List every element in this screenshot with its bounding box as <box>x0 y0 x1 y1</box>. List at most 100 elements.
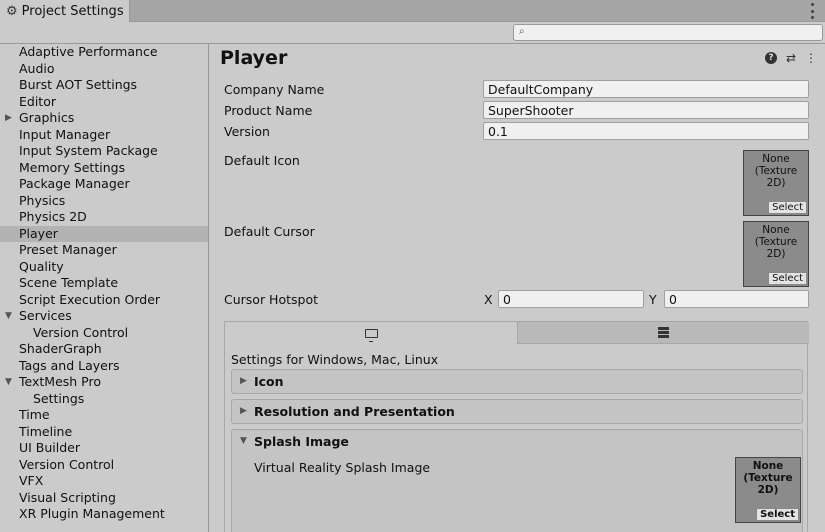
collapse-arrow-icon[interactable]: ▼ <box>240 436 247 446</box>
hotspot-y-label: Y <box>649 292 657 307</box>
product-name-label: Product Name <box>224 103 313 118</box>
sidebar-item-vfx[interactable]: VFX <box>0 473 208 490</box>
sidebar-item-textmesh-pro[interactable]: ▼ TextMesh Pro <box>0 374 208 391</box>
texture-select-button[interactable]: Select <box>768 272 807 285</box>
sidebar-item-quality[interactable]: Quality <box>0 259 208 276</box>
sidebar-item-editor[interactable]: Editor <box>0 94 208 111</box>
default-icon-texture-slot[interactable]: None (Texture 2D) Select <box>743 150 809 216</box>
search-icon: ⌕ <box>519 26 525 37</box>
sidebar-item-ui-builder[interactable]: UI Builder <box>0 440 208 457</box>
sidebar-item-input-system-package[interactable]: Input System Package <box>0 143 208 160</box>
sidebar-item-scene-template[interactable]: Scene Template <box>0 275 208 292</box>
sidebar-item-label: Quality <box>19 258 64 274</box>
settings-for-label: Settings for Windows, Mac, Linux <box>231 352 439 367</box>
sidebar-item-label: Input Manager <box>19 126 111 142</box>
sidebar-item-shadergraph[interactable]: ShaderGraph <box>0 341 208 358</box>
product-name-field[interactable] <box>483 101 809 119</box>
texture-none-label: None <box>762 153 790 165</box>
hotspot-x-field[interactable] <box>498 290 644 308</box>
tab-title: Project Settings <box>21 3 124 19</box>
sidebar-item-adaptive-performance[interactable]: Adaptive Performance <box>0 44 208 61</box>
sidebar-item-label: Services <box>19 308 72 323</box>
sidebar-item-physics[interactable]: Physics <box>0 193 208 210</box>
tab-project-settings[interactable]: ⚙ Project Settings <box>0 0 130 22</box>
sidebar-item-script-execution-order[interactable]: Script Execution Order <box>0 292 208 309</box>
texture-type-label: (Texture 2D) <box>754 165 798 189</box>
sidebar-item-label: Version Control <box>19 456 115 472</box>
player-settings-panel: Player ? ⇄ ⋮ Company Name Product Name V… <box>210 44 825 532</box>
expand-arrow-icon[interactable]: ▶ <box>240 376 247 386</box>
company-name-label: Company Name <box>224 82 325 97</box>
expand-arrow-icon[interactable]: ▶ <box>240 406 247 416</box>
section-title: Icon <box>254 374 284 389</box>
sidebar-item-player[interactable]: Player <box>0 225 208 242</box>
help-icon[interactable]: ? <box>764 52 777 64</box>
sidebar-item-burst-aot-settings[interactable]: Burst AOT Settings <box>0 77 208 94</box>
vr-splash-texture-slot[interactable]: None (Texture 2D) Select <box>735 457 801 523</box>
sidebar-item-label: Script Execution Order <box>19 291 161 307</box>
sidebar-item-label: Memory Settings <box>19 159 126 175</box>
default-cursor-texture-slot[interactable]: None (Texture 2D) Select <box>743 221 809 287</box>
sidebar-item-timeline[interactable]: Timeline <box>0 424 208 441</box>
texture-none-label: None <box>762 224 790 236</box>
company-name-field[interactable] <box>483 80 809 98</box>
version-field[interactable] <box>483 122 809 140</box>
sidebar-item-physics-2d[interactable]: Physics 2D <box>0 209 208 226</box>
section-title: Resolution and Presentation <box>254 404 455 419</box>
sidebar-item-memory-settings[interactable]: Memory Settings <box>0 160 208 177</box>
sidebar-item-label: Physics <box>19 192 66 208</box>
sidebar-item-label: Preset Manager <box>19 242 117 257</box>
sidebar-item-input-manager[interactable]: Input Manager <box>0 127 208 144</box>
more-options-icon[interactable] <box>809 3 815 19</box>
tab-standalone-platform[interactable] <box>225 322 517 344</box>
sidebar-item-label: Input System Package <box>19 143 158 158</box>
default-icon-label: Default Icon <box>224 153 300 168</box>
sidebar-item-label: Version Control <box>33 324 129 340</box>
more-options-icon[interactable]: ⋮ <box>805 52 817 64</box>
sidebar-item-label: Adaptive Performance <box>19 44 158 59</box>
sidebar-item-version-control[interactable]: Version Control <box>0 457 208 474</box>
section-icon-foldout[interactable]: ▶ Icon <box>231 369 803 394</box>
sidebar-item-xr-plugin-management[interactable]: XR Plugin Management <box>0 506 208 523</box>
sidebar-item-textmesh-pro-settings[interactable]: Settings <box>0 391 208 408</box>
sidebar-item-label: Burst AOT Settings <box>19 77 138 92</box>
sidebar-item-package-manager[interactable]: Package Manager <box>0 176 208 193</box>
sidebar-item-tags-and-layers[interactable]: Tags and Layers <box>0 358 208 375</box>
page-title: Player <box>220 47 288 69</box>
sidebar-item-graphics[interactable]: ▶ Graphics <box>0 110 208 127</box>
sidebar-item-services[interactable]: ▼ Services <box>0 308 208 325</box>
texture-type-label: (Texture 2D) <box>743 472 793 496</box>
sidebar-item-label: Graphics <box>19 110 75 125</box>
sidebar-item-label: Timeline <box>19 423 73 439</box>
cursor-hotspot-label: Cursor Hotspot <box>224 292 319 307</box>
sidebar-item-audio[interactable]: Audio <box>0 61 208 78</box>
search-strip: ⌕ <box>0 22 825 44</box>
sidebar-item-preset-manager[interactable]: Preset Manager <box>0 242 208 259</box>
tab-server-platform[interactable] <box>517 322 809 344</box>
collapse-arrow-icon[interactable]: ▼ <box>5 308 12 325</box>
sidebar-item-label: ShaderGraph <box>19 341 102 356</box>
sidebar-item-label: Scene Template <box>19 275 119 290</box>
expand-arrow-icon[interactable]: ▶ <box>5 110 12 127</box>
sidebar-item-label: Package Manager <box>19 176 130 191</box>
hotspot-y-field[interactable] <box>664 290 809 308</box>
sidebar-item-services-version-control[interactable]: Version Control <box>0 325 208 342</box>
search-input[interactable]: ⌕ <box>513 24 823 41</box>
sidebar-item-label: Editor <box>19 93 56 109</box>
texture-select-button[interactable]: Select <box>756 508 799 521</box>
sidebar-item-time[interactable]: Time <box>0 407 208 424</box>
section-title: Splash Image <box>254 434 349 449</box>
header-icons: ? ⇄ ⋮ <box>764 52 817 64</box>
sidebar-item-visual-scripting[interactable]: Visual Scripting <box>0 490 208 507</box>
section-resolution-foldout[interactable]: ▶ Resolution and Presentation <box>231 399 803 424</box>
platform-settings-box: Settings for Windows, Mac, Linux ▶ Icon … <box>224 321 809 532</box>
sidebar-item-label: Time <box>19 407 50 422</box>
sidebar-item-label: Player <box>19 225 58 241</box>
sidebar-item-label: Physics 2D <box>19 209 87 224</box>
preset-sliders-icon[interactable]: ⇄ <box>786 52 796 64</box>
collapse-arrow-icon[interactable]: ▼ <box>5 374 12 391</box>
sidebar-item-label: VFX <box>19 473 44 488</box>
section-splash-foldout[interactable]: ▼ Splash Image Virtual Reality Splash Im… <box>231 429 803 532</box>
window-tabbar: ⚙ Project Settings <box>0 0 825 22</box>
texture-select-button[interactable]: Select <box>768 201 807 214</box>
